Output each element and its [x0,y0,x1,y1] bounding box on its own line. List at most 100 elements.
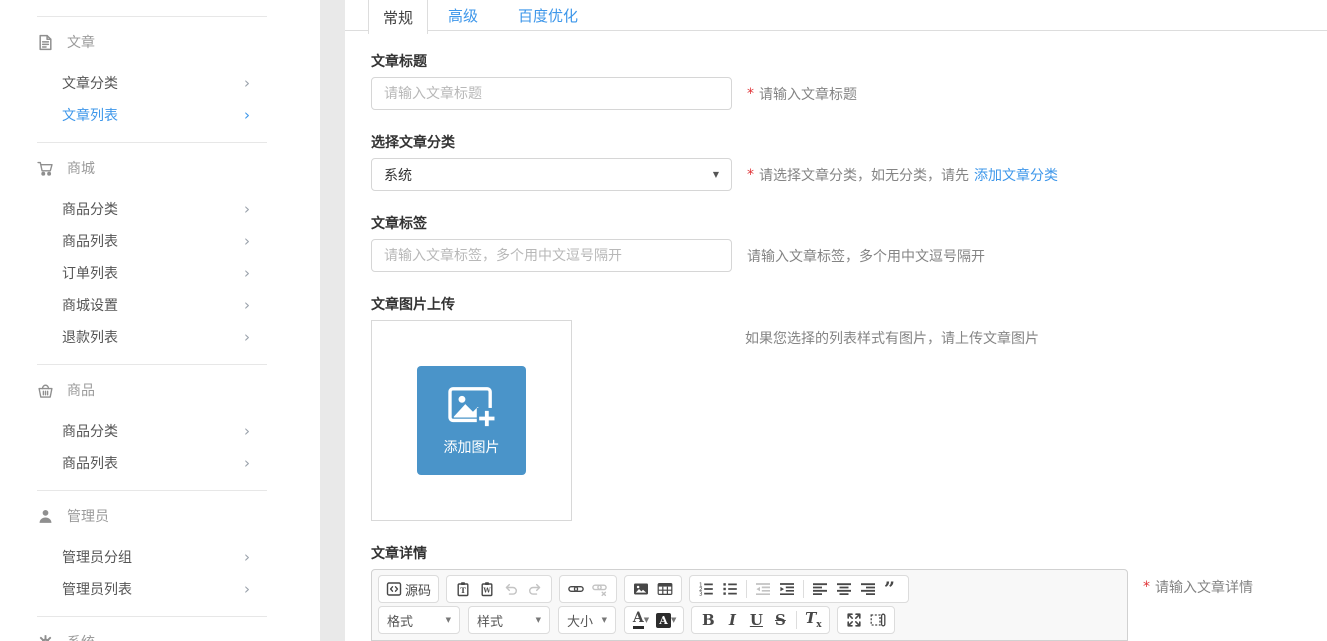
link-button[interactable] [564,577,588,601]
chevron-right-icon: › [244,424,250,439]
strikethrough-button[interactable]: S [768,608,792,632]
sidebar-item-label: 商品分类 [62,421,118,441]
paste-from-word-button[interactable]: W [475,577,499,601]
svg-text:”: ” [884,581,895,597]
basket-icon [37,382,54,399]
chevron-right-icon: › [244,456,250,471]
insert-image-button[interactable] [629,577,653,601]
unordered-list-button[interactable] [718,577,742,601]
tab-常规[interactable]: 常规 [368,0,428,34]
editor-toolbar: 源码TW123”格式▼样式▼大小▼A▼A▼BIUSTx [372,570,1127,640]
article-title-input[interactable] [371,77,732,110]
article-category-select[interactable]: 系统 ▼ [371,158,732,191]
paste-as-text-button[interactable]: T [451,577,475,601]
underline-button[interactable]: U [744,608,768,632]
article-image-label: 文章图片上传 [371,294,1327,314]
sidebar-item-label: 商品列表 [62,453,118,473]
field-article-title: 文章标题 * 请输入文章标题 [371,51,1327,110]
sidebar: 文章文章分类›文章列表›商城商品分类›商品列表›订单列表›商城设置›退款列表›商… [0,0,320,641]
required-asterisk: * [1143,579,1150,595]
show-blocks-icon [870,612,886,628]
ordered-list-icon: 123 [698,581,714,597]
sidebar-item-商品列表[interactable]: 商品列表 › [62,447,250,479]
source-button-label: 源码 [405,580,431,599]
align-right-button[interactable] [856,577,880,601]
chevron-right-icon: › [244,234,250,249]
add-image-button[interactable]: 添加图片 [417,366,526,475]
sidebar-content-divider [320,0,345,641]
article-detail-label: 文章详情 [371,543,1327,563]
sidebar-section-header-0: 文章 [0,17,320,67]
redo-button[interactable] [523,577,547,601]
underline-icon: U [750,613,763,628]
sidebar-item-label: 订单列表 [62,263,118,283]
sidebar-item-订单列表[interactable]: 订单列表› [62,257,250,289]
svg-text:W: W [482,587,491,595]
article-category-selected-value: 系统 [384,165,412,185]
sidebar-item-label: 退款列表 [62,327,118,347]
image-icon [633,581,649,597]
outdent-button[interactable] [751,577,775,601]
align-center-button[interactable] [832,577,856,601]
sidebar-item-商品列表[interactable]: 商品列表› [62,225,250,257]
insert-table-button[interactable] [653,577,677,601]
toolbar-group: 源码 [378,575,439,603]
italic-button[interactable]: I [720,608,744,632]
sidebar-item-商城设置[interactable]: 商城设置› [62,289,250,321]
sidebar-item-文章分类[interactable]: 文章分类 › [62,67,250,99]
indent-button[interactable] [775,577,799,601]
article-form: 文章标题 * 请输入文章标题 选择文章分类 系统 ▼ * 请选择文章分类，如无分… [345,31,1327,641]
blockquote-button[interactable]: ” [880,577,904,601]
sidebar-item-商品分类[interactable]: 商品分类› [62,193,250,225]
chevron-right-icon: › [244,76,250,91]
undo-button[interactable] [499,577,523,601]
toolbar-group: A▼A▼ [624,606,684,634]
show-blocks-button[interactable] [866,608,890,632]
chevron-right-icon: › [244,298,250,313]
ordered-list-button[interactable]: 123 [694,577,718,601]
align-left-button[interactable] [808,577,832,601]
chevron-right-icon: › [244,582,250,597]
article-icon [37,34,54,51]
sidebar-item-管理员列表[interactable]: 管理员列表› [62,573,250,605]
source-button[interactable]: 源码 [383,577,434,601]
sidebar-section-header-3: 管理员 [0,491,320,541]
toolbar-group: 123 ” [689,575,909,603]
article-detail-hint: * 请输入文章详情 [1143,577,1253,597]
paste-text-icon: T [455,581,471,597]
toolbar-group: TW [446,575,552,603]
style-select[interactable]: 样式▼ [468,606,550,634]
align-left-icon [812,581,828,597]
sidebar-item-文章列表[interactable]: 文章列表› [62,99,250,131]
maximize-button[interactable] [842,608,866,632]
align-right-icon [860,581,876,597]
tab-高级[interactable]: 高级 [428,0,498,31]
background-color-button[interactable]: A▼ [653,608,679,632]
sidebar-item-label: 文章分类 [62,73,118,93]
bold-button[interactable]: B [696,608,720,632]
article-category-label: 选择文章分类 [371,132,1327,152]
toolbar-group [624,575,682,603]
source-icon [386,581,402,597]
field-article-detail: 文章详情 源码TW123”格式▼样式▼大小▼A▼A▼BIUSTx * 请输入文章… [371,543,1327,641]
article-tags-input[interactable] [371,239,732,272]
tab-百度优化[interactable]: 百度优化 [498,0,598,31]
toolbar-separator [803,580,804,598]
maximize-icon [846,612,862,628]
size-select[interactable]: 大小▼ [558,606,616,634]
svg-text:T: T [460,586,466,595]
sidebar-item-退款列表[interactable]: 退款列表› [62,321,250,353]
unordered-list-icon [722,581,738,597]
unlink-button[interactable] [588,577,612,601]
sidebar-item-商品分类[interactable]: 商品分类 › [62,415,250,447]
select-caret-icon: ▼ [713,170,719,179]
add-category-link[interactable]: 添加文章分类 [974,165,1058,185]
format-select[interactable]: 格式▼ [378,606,460,634]
rich-text-editor: 源码TW123”格式▼样式▼大小▼A▼A▼BIUSTx [371,569,1128,641]
sidebar-item-管理员分组[interactable]: 管理员分组› [62,541,250,573]
remove-format-icon: Tx [805,611,822,630]
remove-format-button[interactable]: Tx [801,608,825,632]
toolbar-row: 格式▼ 样式▼ 大小▼ A▼A▼ BIUS Tx [378,606,1121,634]
text-color-button[interactable]: A▼ [629,608,653,632]
align-center-icon [836,581,852,597]
